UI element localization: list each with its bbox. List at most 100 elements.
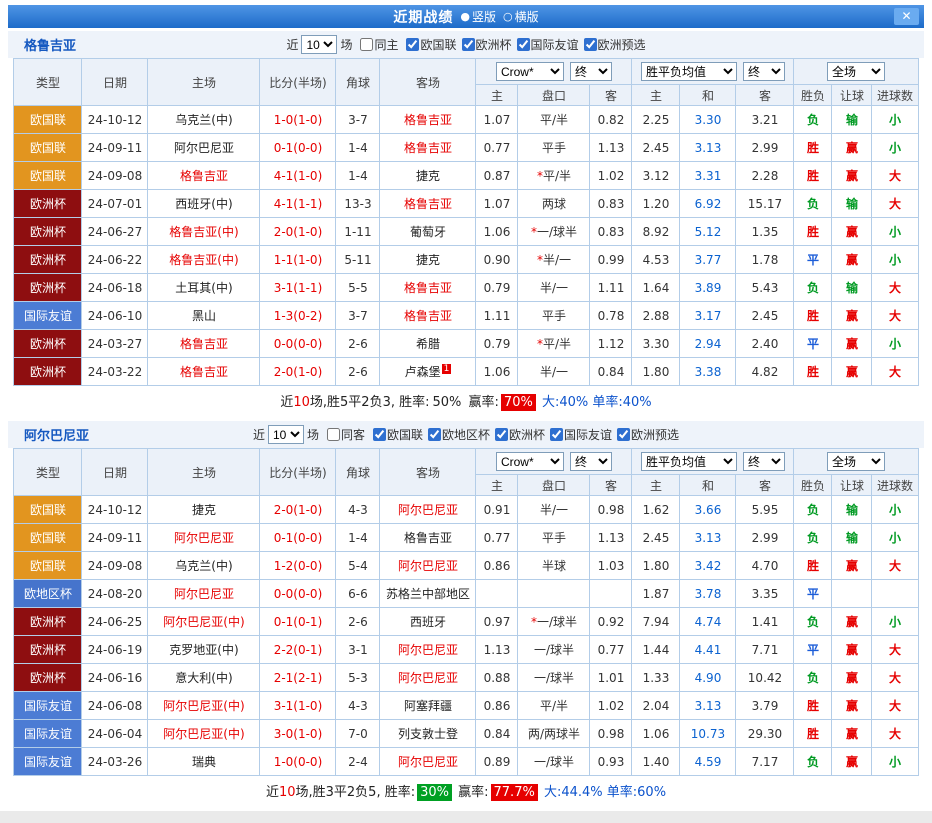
league-filter[interactable]: 欧地区杯 bbox=[428, 426, 490, 443]
away-team[interactable]: 阿尔巴尼亚 bbox=[380, 748, 476, 776]
europe-time-select[interactable]: 终 bbox=[743, 452, 785, 471]
home-team[interactable]: 格鲁吉亚 bbox=[148, 330, 260, 358]
europe-home-odds: 2.45 bbox=[632, 524, 680, 552]
league-checkbox[interactable] bbox=[462, 38, 475, 51]
scope-select[interactable]: 全场 bbox=[827, 452, 885, 471]
europe-time-select[interactable]: 终 bbox=[743, 62, 785, 81]
radio-vertical-layout[interactable]: ● 竖版 bbox=[460, 8, 496, 25]
league-checkbox[interactable] bbox=[584, 38, 597, 51]
same-venue-checkbox[interactable] bbox=[327, 428, 340, 441]
home-team[interactable]: 土耳其(中) bbox=[148, 274, 260, 302]
away-team[interactable]: 格鲁吉亚 bbox=[380, 302, 476, 330]
odds-company-select[interactable]: Crow* bbox=[496, 452, 564, 471]
away-team[interactable]: 阿尔巴尼亚 bbox=[380, 496, 476, 524]
away-team[interactable]: 西班牙 bbox=[380, 608, 476, 636]
radio-horizontal-layout[interactable]: ○ 横版 bbox=[503, 8, 539, 25]
away-team[interactable]: 希腊 bbox=[380, 330, 476, 358]
home-team[interactable]: 西班牙(中) bbox=[148, 190, 260, 218]
away-team[interactable]: 列支敦士登 bbox=[380, 720, 476, 748]
col-result: 胜负 bbox=[794, 475, 832, 496]
league-filter[interactable]: 欧洲杯 bbox=[462, 36, 512, 53]
home-team[interactable]: 克罗地亚(中) bbox=[148, 636, 260, 664]
home-team[interactable]: 黑山 bbox=[148, 302, 260, 330]
home-team[interactable]: 格鲁吉亚(中) bbox=[148, 218, 260, 246]
away-team[interactable]: 格鲁吉亚 bbox=[380, 134, 476, 162]
odds-company-select[interactable]: Crow* bbox=[496, 62, 564, 81]
changed-line-icon: * bbox=[531, 225, 537, 239]
col-europe-draw: 和 bbox=[680, 85, 736, 106]
europe-odds-select[interactable]: 胜平负均值 bbox=[641, 62, 737, 81]
home-team[interactable]: 乌克兰(中) bbox=[148, 552, 260, 580]
match-date: 24-06-18 bbox=[82, 274, 148, 302]
away-team[interactable]: 葡萄牙 bbox=[380, 218, 476, 246]
recent-count-select[interactable]: 10 bbox=[301, 35, 337, 54]
away-team[interactable]: 卢森堡1 bbox=[380, 358, 476, 386]
away-team[interactable]: 捷克 bbox=[380, 246, 476, 274]
close-button[interactable]: ✕ bbox=[894, 8, 919, 25]
asia-handicap: 平/半 bbox=[518, 106, 590, 134]
league-checkbox[interactable] bbox=[550, 428, 563, 441]
away-team[interactable]: 格鲁吉亚 bbox=[380, 524, 476, 552]
league-checkbox[interactable] bbox=[517, 38, 530, 51]
scope-select[interactable]: 全场 bbox=[827, 62, 885, 81]
asia-away-odds: 0.98 bbox=[590, 496, 632, 524]
home-team[interactable]: 乌克兰(中) bbox=[148, 106, 260, 134]
home-team[interactable]: 瑞典 bbox=[148, 748, 260, 776]
col-asia-away: 客 bbox=[590, 475, 632, 496]
team-recent-section-georgia: 格鲁吉亚 近 10 场 同主 欧国联欧洲杯国际友谊欧洲预选 bbox=[8, 31, 924, 418]
asia-home-odds: 0.87 bbox=[476, 162, 518, 190]
away-team[interactable]: 格鲁吉亚 bbox=[380, 106, 476, 134]
asia-home-odds: 1.07 bbox=[476, 190, 518, 218]
odds-time-select[interactable]: 终 bbox=[570, 452, 612, 471]
league-filter[interactable]: 欧洲预选 bbox=[617, 426, 679, 443]
odds-time-select[interactable]: 终 bbox=[570, 62, 612, 81]
home-team[interactable]: 格鲁吉亚 bbox=[148, 358, 260, 386]
match-date: 24-06-08 bbox=[82, 692, 148, 720]
home-team[interactable]: 阿尔巴尼亚(中) bbox=[148, 692, 260, 720]
league-label: 欧洲预选 bbox=[598, 36, 646, 53]
goals-result-cell: 大 bbox=[872, 720, 918, 748]
home-team[interactable]: 意大利(中) bbox=[148, 664, 260, 692]
col-corner: 角球 bbox=[336, 449, 380, 496]
europe-odds-select[interactable]: 胜平负均值 bbox=[641, 452, 737, 471]
result-cell: 负 bbox=[794, 274, 832, 302]
home-team[interactable]: 阿尔巴尼亚(中) bbox=[148, 608, 260, 636]
games-label: 场 bbox=[307, 426, 319, 443]
league-checkbox[interactable] bbox=[406, 38, 419, 51]
home-team[interactable]: 阿尔巴尼亚(中) bbox=[148, 720, 260, 748]
asia-away-odds: 0.98 bbox=[590, 720, 632, 748]
same-venue-filter[interactable]: 同主 bbox=[360, 36, 398, 53]
asia-home-odds: 1.06 bbox=[476, 358, 518, 386]
away-team[interactable]: 阿尔巴尼亚 bbox=[380, 552, 476, 580]
home-team[interactable]: 阿尔巴尼亚 bbox=[148, 134, 260, 162]
league-filter[interactable]: 国际友谊 bbox=[517, 36, 579, 53]
recent-count-select[interactable]: 10 bbox=[268, 425, 304, 444]
league-filter[interactable]: 欧洲杯 bbox=[495, 426, 545, 443]
score: 0-1(0-0) bbox=[260, 134, 336, 162]
away-team[interactable]: 苏格兰中部地区 bbox=[380, 580, 476, 608]
league-checkbox[interactable] bbox=[617, 428, 630, 441]
same-venue-filter[interactable]: 同客 bbox=[327, 426, 365, 443]
away-team[interactable]: 阿塞拜疆 bbox=[380, 692, 476, 720]
away-team[interactable]: 阿尔巴尼亚 bbox=[380, 664, 476, 692]
home-team[interactable]: 捷克 bbox=[148, 496, 260, 524]
home-team[interactable]: 格鲁吉亚 bbox=[148, 162, 260, 190]
home-team[interactable]: 阿尔巴尼亚 bbox=[148, 524, 260, 552]
league-filter[interactable]: 国际友谊 bbox=[550, 426, 612, 443]
home-team[interactable]: 阿尔巴尼亚 bbox=[148, 580, 260, 608]
away-team[interactable]: 格鲁吉亚 bbox=[380, 274, 476, 302]
score: 4-1(1-0) bbox=[260, 162, 336, 190]
league-checkbox[interactable] bbox=[373, 428, 386, 441]
league-checkbox[interactable] bbox=[428, 428, 441, 441]
same-venue-checkbox[interactable] bbox=[360, 38, 373, 51]
league-filter[interactable]: 欧国联 bbox=[373, 426, 423, 443]
home-team[interactable]: 格鲁吉亚(中) bbox=[148, 246, 260, 274]
away-team[interactable]: 格鲁吉亚 bbox=[380, 190, 476, 218]
result-cell: 负 bbox=[794, 608, 832, 636]
away-team[interactable]: 阿尔巴尼亚 bbox=[380, 636, 476, 664]
away-team[interactable]: 捷克 bbox=[380, 162, 476, 190]
league-checkbox[interactable] bbox=[495, 428, 508, 441]
league-filter[interactable]: 欧洲预选 bbox=[584, 36, 646, 53]
league-filter[interactable]: 欧国联 bbox=[406, 36, 456, 53]
asia-handicap: 一/球半 bbox=[518, 664, 590, 692]
